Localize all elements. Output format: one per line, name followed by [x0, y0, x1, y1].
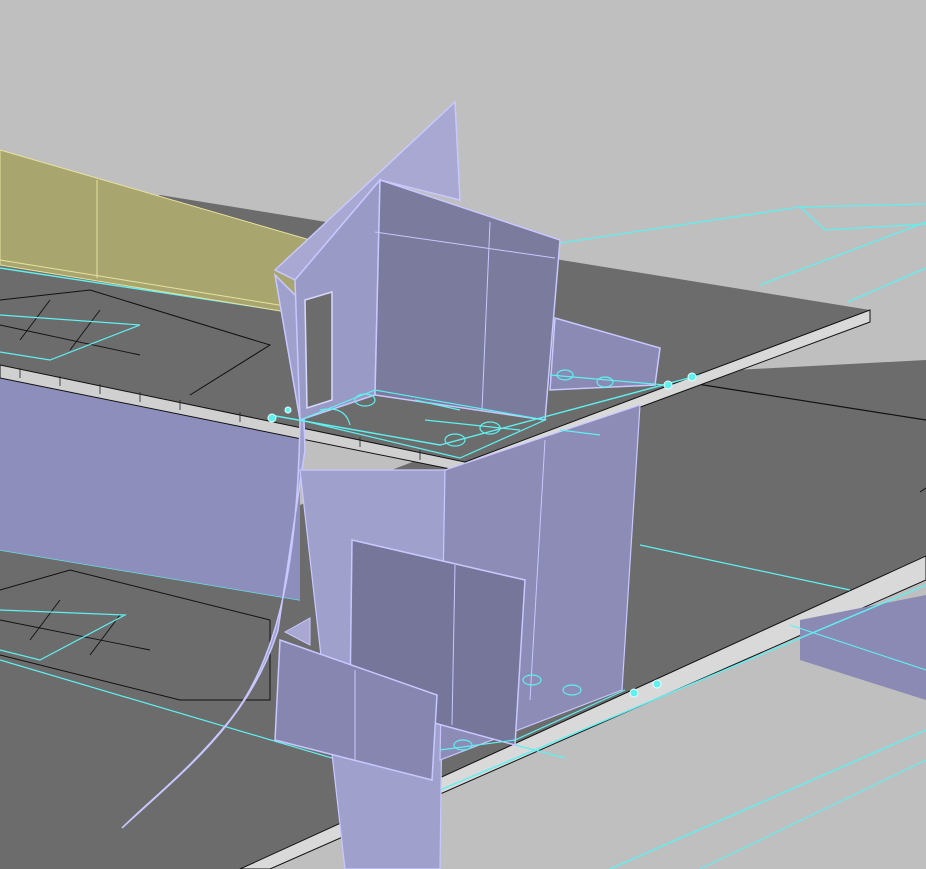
control-point-3[interactable]: [663, 380, 673, 390]
control-point-1[interactable]: [267, 413, 277, 423]
model-viewport[interactable]: [0, 0, 926, 869]
control-point-2[interactable]: [284, 406, 292, 414]
perspective-scene[interactable]: [0, 0, 926, 869]
control-point-4[interactable]: [687, 372, 697, 382]
control-point-5[interactable]: [629, 688, 639, 698]
tower-door[interactable]: [304, 290, 333, 410]
control-point-6[interactable]: [652, 679, 662, 689]
